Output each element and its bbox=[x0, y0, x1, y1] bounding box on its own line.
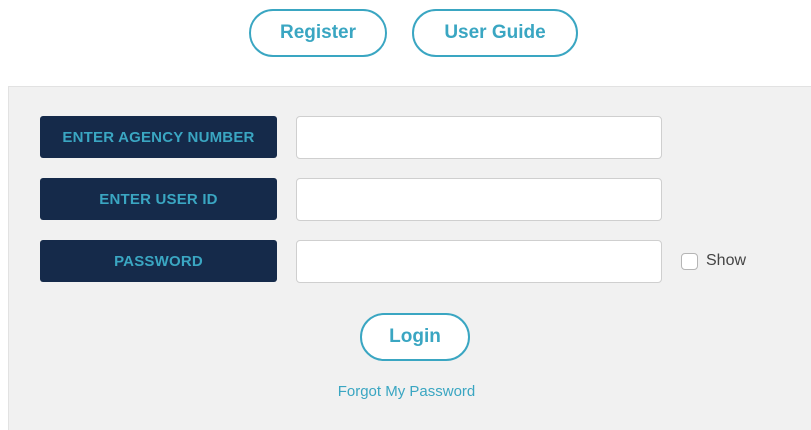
show-password-checkbox[interactable] bbox=[681, 252, 698, 270]
agency-number-label: ENTER AGENCY NUMBER bbox=[40, 116, 277, 158]
show-password-toggle[interactable]: Show bbox=[681, 252, 746, 270]
login-panel: ENTER AGENCY NUMBER ENTER USER ID PASSWO… bbox=[8, 86, 811, 430]
login-button[interactable]: Login bbox=[360, 313, 470, 361]
top-links: Register User Guide bbox=[0, 0, 811, 86]
register-button[interactable]: Register bbox=[249, 9, 387, 57]
forgot-password-link[interactable]: Forgot My Password bbox=[9, 383, 804, 400]
user-id-label: ENTER USER ID bbox=[40, 178, 277, 220]
password-input[interactable] bbox=[296, 240, 662, 283]
user-id-input[interactable] bbox=[296, 178, 662, 221]
show-password-label: Show bbox=[706, 252, 747, 269]
password-label: PASSWORD bbox=[40, 240, 277, 282]
login-page: Register User Guide ENTER AGENCY NUMBER … bbox=[0, 0, 811, 430]
agency-number-input[interactable] bbox=[296, 116, 662, 159]
user-guide-button[interactable]: User Guide bbox=[412, 9, 578, 57]
